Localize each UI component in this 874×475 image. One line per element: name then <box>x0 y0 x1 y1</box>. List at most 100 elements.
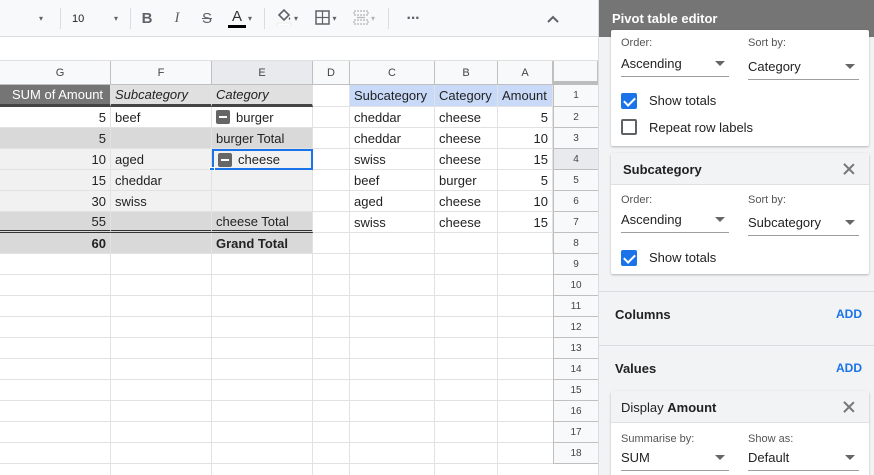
source-cell-category[interactable]: cheese <box>435 107 498 128</box>
row-number[interactable]: 14 <box>553 359 598 380</box>
column-header-e[interactable]: E <box>212 61 313 85</box>
cell-d[interactable] <box>313 191 350 212</box>
column-header-b[interactable]: B <box>435 61 498 85</box>
order-select[interactable]: Ascending <box>621 207 729 233</box>
source-cell-subcategory[interactable]: beef <box>350 170 435 191</box>
pivot-cell-subtotal-label[interactable]: cheese Total <box>212 212 313 233</box>
row-number[interactable]: 2 <box>553 107 598 128</box>
show-totals-checkbox[interactable] <box>621 93 637 109</box>
pivot-cell-category[interactable] <box>212 191 313 212</box>
column-header-f[interactable]: F <box>111 61 212 85</box>
source-header-amount[interactable]: Amount <box>498 85 553 107</box>
font-size-select[interactable]: 10 ▾ <box>66 0 124 37</box>
show-totals-checkbox[interactable] <box>621 250 637 266</box>
pivot-cell-subcategory[interactable]: aged <box>111 149 212 170</box>
pivot-cell-sum[interactable]: 5 <box>0 128 111 149</box>
close-icon[interactable] <box>843 163 855 175</box>
source-cell-amount[interactable]: 5 <box>498 107 553 128</box>
row-number[interactable]: 9 <box>553 254 598 275</box>
source-cell-subcategory[interactable]: swiss <box>350 149 435 170</box>
cell-d[interactable] <box>313 149 350 170</box>
pivot-cell-grand-total-label[interactable]: Grand Total <box>212 233 313 254</box>
pivot-cell-sum[interactable]: 5 <box>0 107 111 128</box>
formula-bar[interactable] <box>0 37 598 61</box>
pivot-cell-category-selected[interactable]: cheese <box>212 149 313 170</box>
column-header-d[interactable]: D <box>313 61 350 85</box>
strikethrough-button[interactable]: S <box>196 0 218 37</box>
column-header-g[interactable]: G <box>10 61 111 85</box>
text-color-button[interactable]: A ▾ <box>222 0 258 37</box>
cell-d[interactable] <box>313 128 350 149</box>
more-options-button[interactable]: ··· <box>400 0 426 37</box>
column-header-c[interactable]: C <box>350 61 435 85</box>
source-cell-subcategory[interactable]: swiss <box>350 212 435 233</box>
pivot-cell-subcategory[interactable] <box>111 233 212 254</box>
cell-d[interactable] <box>313 233 350 254</box>
source-header-subcategory[interactable]: Subcategory <box>350 85 435 107</box>
empty-grid-area[interactable] <box>0 254 553 475</box>
row-number[interactable]: 3 <box>553 128 598 149</box>
pivot-cell-sum[interactable]: 55 <box>0 212 111 233</box>
fill-color-button[interactable]: ▾ <box>270 0 304 37</box>
close-icon[interactable] <box>843 401 855 413</box>
collapse-toolbar-button[interactable] <box>540 0 566 37</box>
pivot-cell-category[interactable]: burger <box>212 107 313 128</box>
pivot-header-subcategory[interactable]: Subcategory <box>111 85 212 107</box>
source-cell-category[interactable] <box>435 233 498 254</box>
pivot-cell-sum[interactable]: 30 <box>0 191 111 212</box>
pivot-cell-subtotal-label[interactable]: burger Total <box>212 128 313 149</box>
source-cell-subcategory[interactable]: cheddar <box>350 107 435 128</box>
row-number[interactable]: 5 <box>553 170 598 191</box>
italic-button[interactable]: I <box>166 0 188 37</box>
source-cell-category[interactable]: cheese <box>435 149 498 170</box>
pivot-header-category[interactable]: Category <box>212 85 313 107</box>
bold-button[interactable]: B <box>136 0 158 37</box>
column-header-a[interactable]: A <box>498 61 553 85</box>
order-select[interactable]: Ascending <box>621 51 729 77</box>
row-number[interactable]: 11 <box>553 296 598 317</box>
row-number[interactable]: 18 <box>553 443 598 464</box>
row-number[interactable]: 1 <box>553 85 598 107</box>
pivot-header-sum[interactable]: SUM of Amount <box>0 85 111 107</box>
row-number[interactable]: 7 <box>553 212 598 233</box>
pivot-cell-subcategory[interactable]: swiss <box>111 191 212 212</box>
row-number[interactable]: 15 <box>553 380 598 401</box>
columns-add-button[interactable]: ADD <box>836 307 862 321</box>
source-cell-amount[interactable]: 10 <box>498 128 553 149</box>
row-number[interactable]: 16 <box>553 401 598 422</box>
row-number[interactable]: 6 <box>553 191 598 212</box>
source-cell-amount[interactable] <box>498 233 553 254</box>
row-number[interactable]: 10 <box>553 275 598 296</box>
pivot-cell-subcategory[interactable] <box>111 128 212 149</box>
cell-d[interactable] <box>313 107 350 128</box>
source-cell-subcategory[interactable]: cheddar <box>350 128 435 149</box>
source-cell-subcategory[interactable]: aged <box>350 191 435 212</box>
collapse-icon[interactable] <box>218 152 232 167</box>
pivot-cell-category[interactable] <box>212 170 313 191</box>
pivot-cell-grand-total[interactable]: 60 <box>0 233 111 254</box>
cell-d[interactable] <box>313 85 350 107</box>
cell-d[interactable] <box>313 212 350 233</box>
show-as-select[interactable]: Default <box>748 445 859 471</box>
row-number[interactable]: 8 <box>553 233 598 254</box>
borders-button[interactable]: ▾ <box>310 0 342 37</box>
row-number[interactable]: 12 <box>553 317 598 338</box>
merge-cells-button[interactable]: ▾ <box>348 0 380 37</box>
cell-d[interactable] <box>313 170 350 191</box>
source-cell-amount[interactable]: 10 <box>498 191 553 212</box>
summarise-by-select[interactable]: SUM <box>621 445 729 471</box>
pivot-cell-sum[interactable]: 10 <box>0 149 111 170</box>
row-number[interactable]: 17 <box>553 422 598 443</box>
pivot-cell-subcategory[interactable]: cheddar <box>111 170 212 191</box>
repeat-row-labels-checkbox[interactable] <box>621 119 637 135</box>
zoom-dropdown[interactable]: ▾ <box>30 0 52 37</box>
source-cell-amount[interactable]: 15 <box>498 212 553 233</box>
source-cell-category[interactable]: burger <box>435 170 498 191</box>
pivot-cell-subcategory[interactable]: beef <box>111 107 212 128</box>
source-cell-category[interactable]: cheese <box>435 128 498 149</box>
source-cell-amount[interactable]: 15 <box>498 149 553 170</box>
values-add-button[interactable]: ADD <box>836 361 862 375</box>
source-cell-subcategory[interactable] <box>350 233 435 254</box>
collapse-icon[interactable] <box>216 110 230 124</box>
select-all-corner[interactable] <box>553 61 598 85</box>
